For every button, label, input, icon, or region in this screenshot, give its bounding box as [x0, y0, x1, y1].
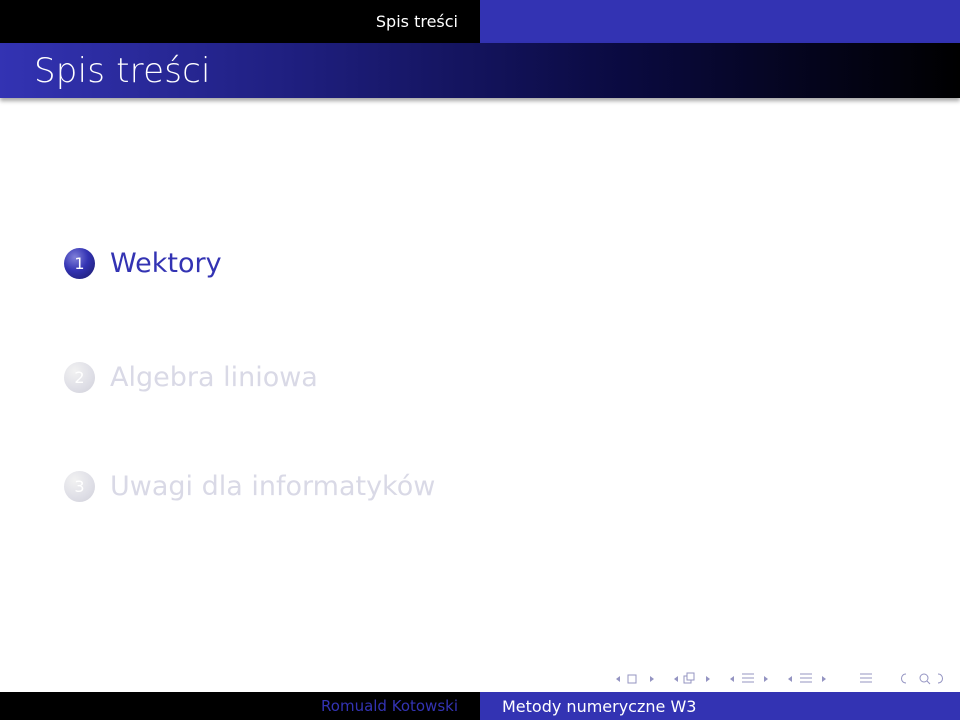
- footer-author: Romuald Kotowski: [321, 697, 458, 715]
- toc-label: Algebra liniowa: [110, 362, 318, 393]
- toc-label: Uwagi dla informatyków: [110, 471, 436, 502]
- document-nav-icon[interactable]: [788, 673, 826, 683]
- footer-right: Metody numeryczne W3: [480, 692, 960, 720]
- frame-nav-icon[interactable]: [616, 674, 654, 684]
- headline-right: [480, 0, 960, 43]
- search-icon[interactable]: [901, 673, 943, 685]
- footer-left: Romuald Kotowski: [0, 692, 480, 720]
- appendix-icon[interactable]: [860, 673, 872, 683]
- navigation-symbols-svg: [616, 672, 943, 685]
- toc-item-uwagi[interactable]: 3 Uwagi dla informatyków: [64, 471, 435, 502]
- headline-bar: Spis treści: [0, 0, 960, 43]
- toc-item-algebra[interactable]: 2 Algebra liniowa: [64, 362, 318, 393]
- section-nav-icon[interactable]: [730, 673, 768, 683]
- headline-left: Spis treści: [0, 0, 480, 43]
- frame-title-bar: Spis treści: [0, 43, 960, 98]
- toc-number-badge: 1: [64, 248, 95, 279]
- headline-section-link[interactable]: Spis treści: [376, 12, 458, 31]
- footer-bar: Romuald Kotowski Metody numeryczne W3: [0, 692, 960, 720]
- footer-title: Metody numeryczne W3: [502, 696, 697, 716]
- toc-label: Wektory: [110, 248, 222, 279]
- subsection-nav-icon[interactable]: [674, 672, 710, 684]
- toc-number-badge: 2: [64, 362, 95, 393]
- toc-item-wektory[interactable]: 1 Wektory: [64, 248, 222, 279]
- frame-title: Spis treści: [34, 51, 211, 91]
- toc-number-badge: 3: [64, 471, 95, 502]
